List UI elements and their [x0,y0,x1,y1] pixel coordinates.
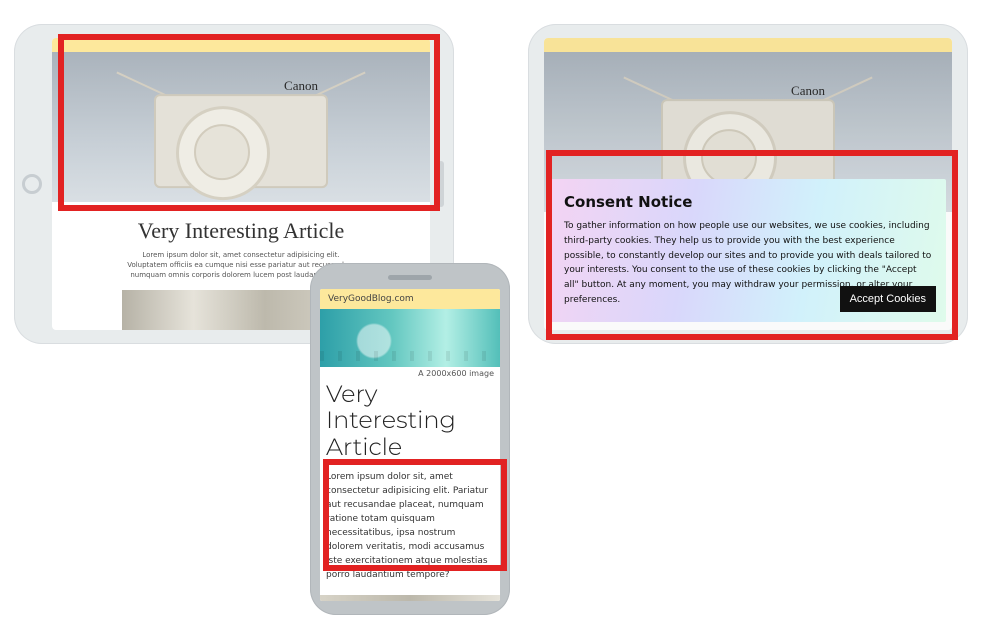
phone-device: VeryGoodBlog.com A 2000x600 image Very I… [310,263,510,615]
address-bar[interactable]: VeryGoodBlog.com [320,289,500,309]
browser-bar [52,38,430,52]
secondary-image [320,595,500,601]
accept-cookies-button[interactable]: Accept Cookies [840,286,936,312]
article-title: Very Interesting Article [122,218,360,244]
camera-illustration: Canon [154,94,328,188]
speaker-icon [388,275,432,280]
diagram-stage: Canon Very Interesting Article Lorem ips… [0,0,998,621]
hero-banner-image [320,309,500,367]
phone-screen: VeryGoodBlog.com A 2000x600 image Very I… [320,289,500,601]
home-button-icon [22,174,42,194]
image-caption: A 2000x600 image [320,367,500,380]
camera-brand-label: Canon [284,78,318,94]
power-button-icon [438,161,444,207]
tablet-right-screen: Canon Consent Notice To gather informati… [544,38,952,330]
hero-image: Canon [52,52,430,202]
consent-banner: Consent Notice To gather information on … [550,179,946,322]
article-title: Very Interesting Article [326,382,494,461]
tablet-right: Canon Consent Notice To gather informati… [528,24,968,344]
article-paragraph: Lorem ipsum dolor sit, amet consectetur … [320,469,500,589]
consent-heading: Consent Notice [564,193,932,211]
